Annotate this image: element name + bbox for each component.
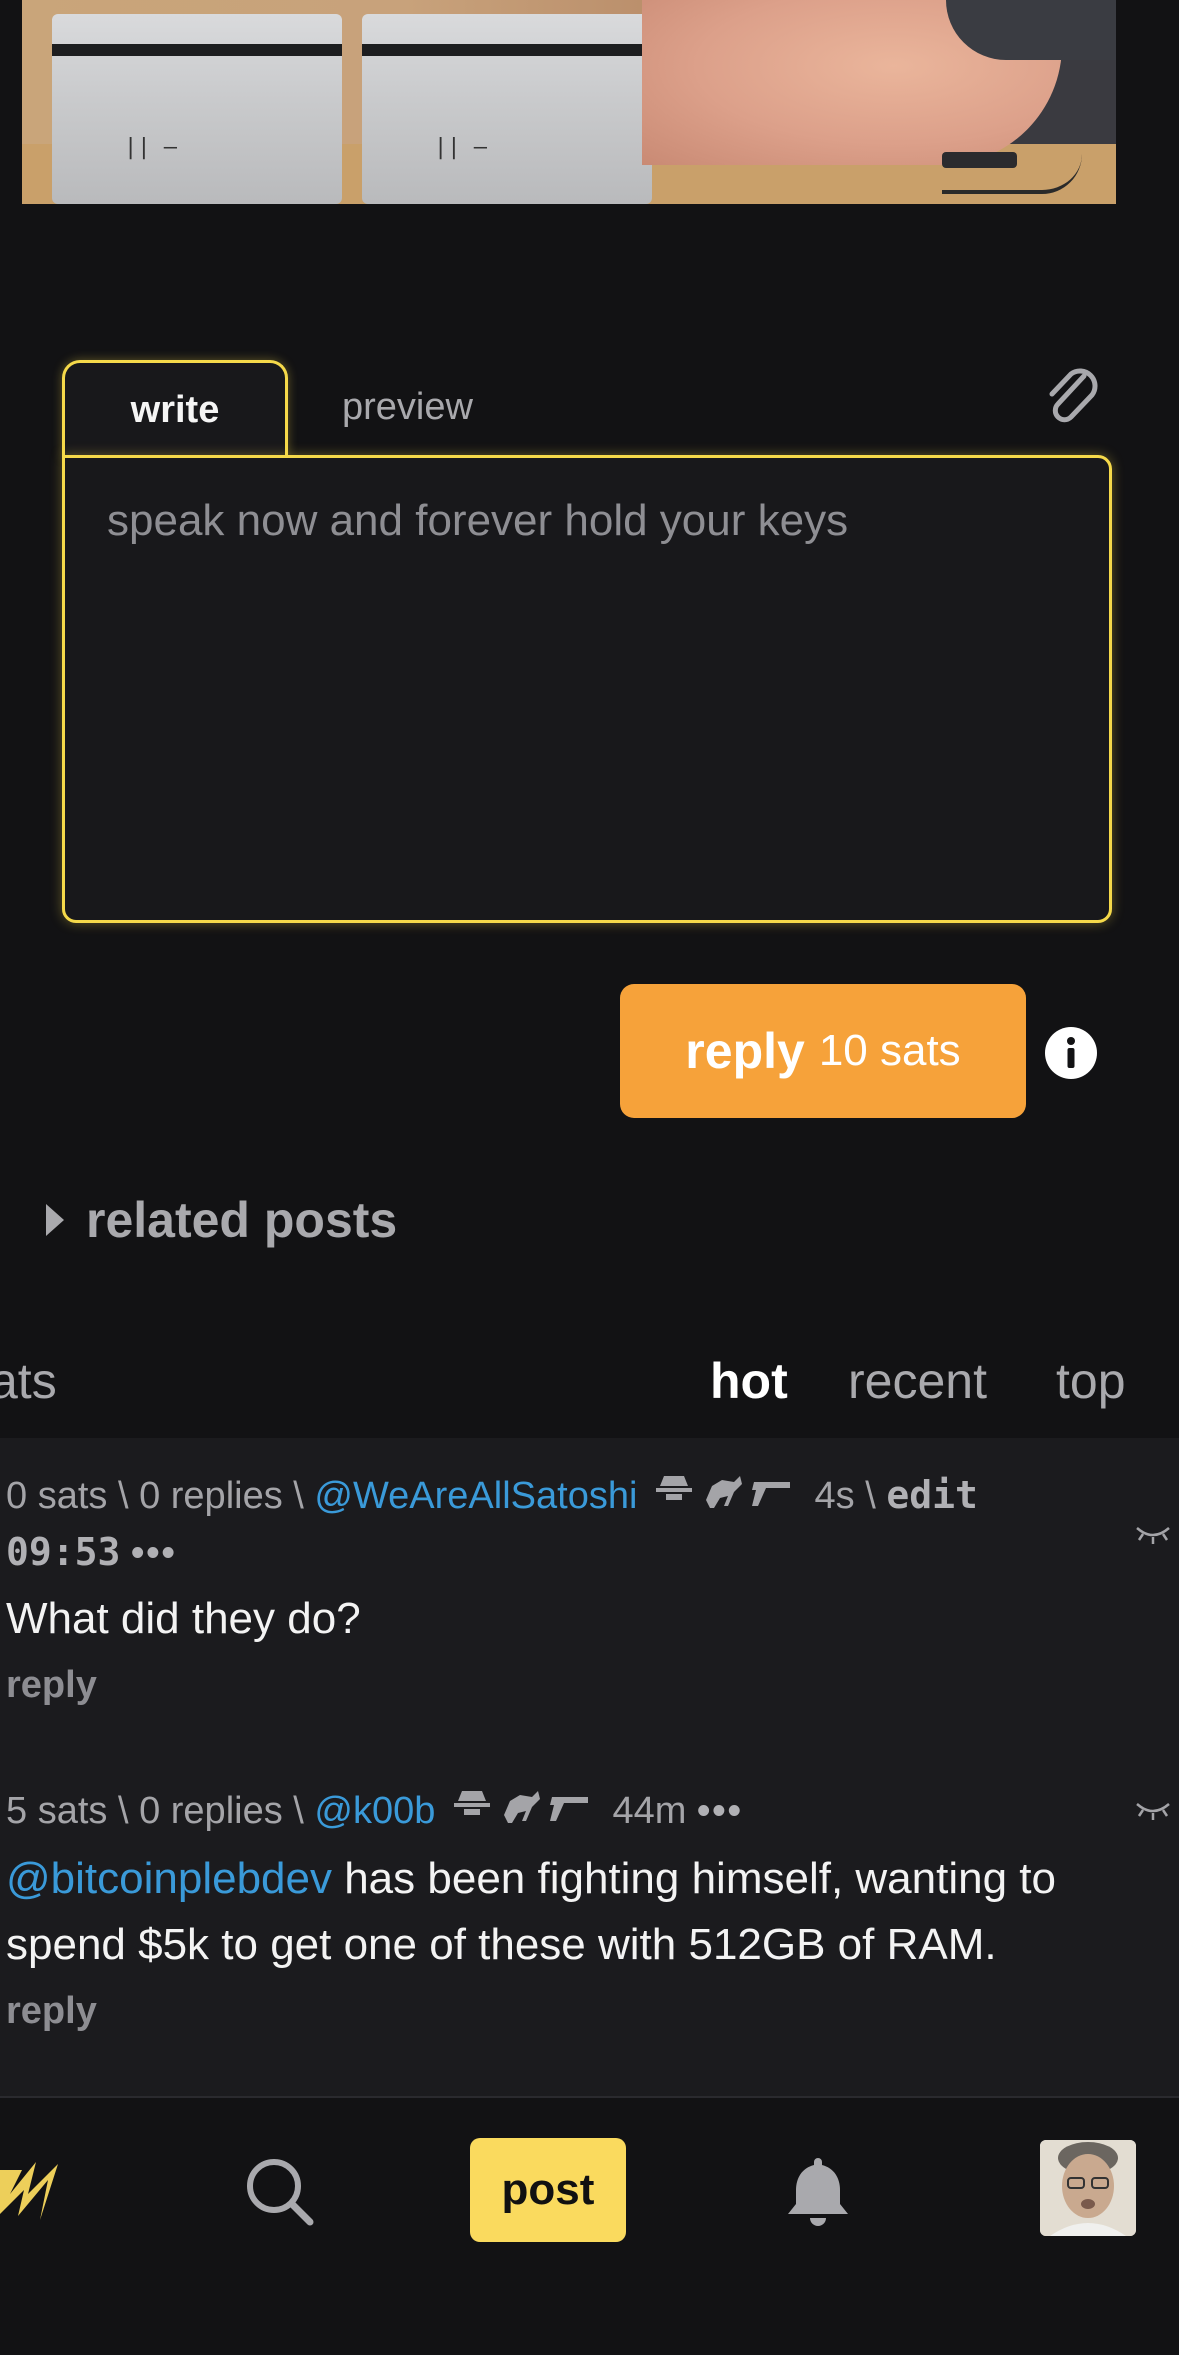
comment-count-label: ats <box>0 1353 57 1409</box>
bell-icon[interactable] <box>786 2154 850 2235</box>
related-posts-toggle[interactable]: related posts <box>46 1180 397 1260</box>
comment-reply-link[interactable]: reply <box>6 1664 1136 1707</box>
reply-editor <box>62 455 1112 923</box>
comment-meta: 0 sats \ 0 replies \ @WeAreAllSatoshi 4s… <box>6 1468 1136 1580</box>
reply-textarea[interactable] <box>105 494 1073 888</box>
comment-meta: 5 sats \ 0 replies \ @k00b 44m ••• <box>6 1784 1136 1840</box>
image-device-left: || — <box>52 14 342 204</box>
hat-badges-icon <box>453 1785 594 1840</box>
lightning-logo-icon[interactable] <box>0 2150 70 2235</box>
more-options-icon[interactable]: ••• <box>697 1790 743 1832</box>
comment-body: @bitcoinplebdev has been fighting himsel… <box>6 1846 1136 1978</box>
image-device-right: || — <box>362 14 652 204</box>
bottom-nav: post <box>0 2096 1179 2355</box>
caret-right-icon <box>46 1204 64 1236</box>
comment-edit-time: 09:53 <box>6 1530 121 1575</box>
comment-sort-bar: ats hot recent top <box>0 1330 1179 1440</box>
comment-user[interactable]: @k00b <box>314 1790 435 1832</box>
comment-reply-link[interactable]: reply <box>6 1990 1136 2033</box>
comment-edit[interactable]: edit <box>886 1473 978 1517</box>
post-button[interactable]: post <box>470 2138 626 2242</box>
comment-replies[interactable]: 0 replies <box>139 1790 283 1832</box>
tab-preview[interactable]: preview <box>342 360 473 454</box>
reply-button-label: reply <box>685 1023 805 1079</box>
comment-sats[interactable]: 0 sats <box>6 1475 107 1517</box>
image-cable <box>942 150 1082 194</box>
collapse-eye-icon[interactable] <box>1135 1522 1171 1546</box>
sort-top[interactable]: top <box>1056 1352 1126 1410</box>
info-icon[interactable] <box>1044 1026 1098 1080</box>
comment-list: 0 sats \ 0 replies \ @WeAreAllSatoshi 4s… <box>0 1438 1179 2098</box>
reply-button-cost: 10 sats <box>818 1026 961 1075</box>
comment-replies[interactable]: 0 replies <box>139 1475 283 1517</box>
comment-sats[interactable]: 5 sats <box>6 1790 107 1832</box>
tab-write[interactable]: write <box>62 360 288 457</box>
sort-hot[interactable]: hot <box>710 1352 788 1410</box>
comment-body: What did they do? <box>6 1594 361 1644</box>
comment-age[interactable]: 4s <box>815 1475 855 1517</box>
more-options-icon[interactable]: ••• <box>131 1532 177 1574</box>
editor-tabs: write preview <box>62 360 1116 457</box>
search-icon[interactable] <box>244 2156 314 2233</box>
avatar[interactable] <box>1040 2140 1136 2236</box>
sort-recent[interactable]: recent <box>848 1352 987 1410</box>
comment-age[interactable]: 44m <box>613 1790 687 1832</box>
paperclip-icon[interactable] <box>1040 358 1100 428</box>
related-posts-label: related posts <box>86 1192 398 1248</box>
reply-button[interactable]: reply 10 sats <box>620 984 1026 1118</box>
comment: 0 sats \ 0 replies \ @WeAreAllSatoshi 4s… <box>6 1468 1136 1707</box>
hat-badges-icon <box>655 1470 796 1525</box>
collapse-eye-icon[interactable] <box>1135 1798 1171 1822</box>
comment: 5 sats \ 0 replies \ @k00b 44m ••• @bitc… <box>6 1784 1136 2033</box>
comment-mention[interactable]: @bitcoinplebdev <box>6 1854 332 1903</box>
post-image[interactable]: || — || — <box>22 0 1116 204</box>
comment-user[interactable]: @WeAreAllSatoshi <box>314 1475 637 1517</box>
